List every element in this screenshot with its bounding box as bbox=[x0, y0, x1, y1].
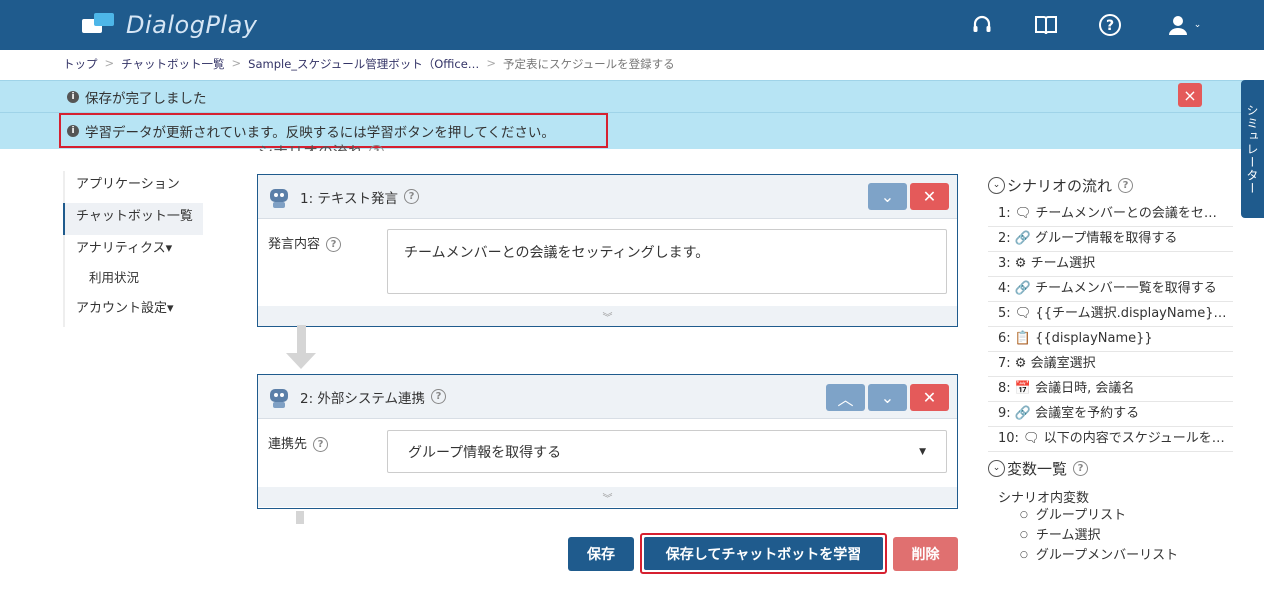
utterance-textarea[interactable]: チームメンバーとの会議をセッティングします。 bbox=[387, 229, 947, 294]
flow-item[interactable]: 1: 🗨 チームメンバーとの会議をセ… bbox=[988, 202, 1233, 227]
alert-saved-text: 保存が完了しました bbox=[85, 90, 207, 107]
breadcrumb-separator: > bbox=[486, 56, 496, 70]
chevron-down-icon: ⌄ bbox=[1193, 20, 1202, 30]
integration-select[interactable]: グループ情報を取得する ▼ bbox=[387, 430, 947, 473]
remove-button[interactable]: ✕ bbox=[910, 183, 949, 210]
right-panel: ⌄ シナリオの流れ ? 1: 🗨 チームメンバーとの会議をセ… 2: 🔗 グルー… bbox=[988, 172, 1233, 566]
chevron-down-icon: ⌄ bbox=[880, 187, 895, 206]
move-down-button[interactable]: ⌄ bbox=[868, 384, 907, 411]
section-title: シナリオの流れ? bbox=[258, 141, 385, 151]
field-label: 発言内容? bbox=[268, 233, 342, 252]
headset-icon[interactable] bbox=[969, 12, 995, 38]
svg-text:?: ? bbox=[1106, 18, 1114, 34]
scenario-card-text: 1: テキスト発言 ? ⌄ ✕ 発言内容? チームメンバーとの会議をセッティング… bbox=[257, 174, 958, 327]
close-icon: ✕ bbox=[922, 187, 937, 206]
delete-button[interactable]: 削除 bbox=[893, 537, 958, 571]
flow-item[interactable]: 9: 🔗 会議室を予約する bbox=[988, 402, 1233, 427]
robot-icon bbox=[268, 186, 290, 208]
nav-item-chatbot-list[interactable]: チャットボット一覧 bbox=[63, 203, 203, 235]
breadcrumb-bot[interactable]: Sample_スケジュール管理ボット（Office… bbox=[248, 56, 479, 72]
alert-close-button[interactable]: × bbox=[1178, 83, 1202, 107]
save-and-train-button-frame: 保存してチャットボットを学習 bbox=[640, 533, 887, 574]
flow-item[interactable]: 7: ⚙ 会議室選択 bbox=[988, 352, 1233, 377]
alert-saved: i 保存が完了しました bbox=[0, 80, 1264, 112]
info-icon: i bbox=[67, 90, 79, 103]
expand-toggle[interactable]: ︾ bbox=[258, 487, 957, 507]
card-title: 1: テキスト発言 bbox=[300, 190, 399, 207]
save-button[interactable]: 保存 bbox=[568, 537, 634, 571]
flow-item[interactable]: 6: 📋 {{displayName}} bbox=[988, 327, 1233, 352]
side-nav: アプリケーション チャットボット一覧 アナリティクス▾ 利用状況 アカウント設定… bbox=[63, 171, 203, 327]
move-down-button[interactable]: ⌄ bbox=[868, 183, 907, 210]
vars-subtitle: シナリオ内変数 bbox=[998, 491, 1090, 506]
double-chevron-down-icon: ︾ bbox=[602, 312, 613, 324]
flow-title[interactable]: ⌄ シナリオの流れ ? bbox=[988, 172, 1233, 198]
card-title: 2: 外部システム連携 bbox=[300, 390, 426, 407]
var-item[interactable]: チーム選択 bbox=[1020, 526, 1233, 546]
caret-down-icon: ▼ bbox=[919, 446, 926, 457]
flow-item[interactable]: 4: 🔗 チームメンバー一覧を取得する bbox=[988, 277, 1233, 302]
collapse-icon[interactable]: ⌄ bbox=[988, 459, 1005, 477]
save-and-train-button[interactable]: 保存してチャットボットを学習 bbox=[644, 537, 883, 570]
collapse-icon[interactable]: ⌄ bbox=[988, 176, 1005, 194]
help-icon[interactable]: ? bbox=[431, 389, 447, 404]
simulator-tab[interactable]: シミュレーター bbox=[1241, 80, 1264, 218]
help-icon[interactable]: ? bbox=[326, 237, 342, 252]
flow-item[interactable]: 2: 🔗 グループ情報を取得する bbox=[988, 227, 1233, 252]
nav-item-usage[interactable]: 利用状況 bbox=[63, 267, 203, 295]
flow-list: 1: 🗨 チームメンバーとの会議をセ… 2: 🔗 グループ情報を取得する 3: … bbox=[988, 202, 1233, 452]
chevron-up-icon: ︿ bbox=[837, 389, 854, 409]
vars-list: グループリスト チーム選択 グループメンバーリスト bbox=[988, 506, 1233, 566]
vars-title[interactable]: ⌄ 変数一覧 ? bbox=[988, 455, 1233, 481]
chevron-down-icon: ⌄ bbox=[880, 388, 895, 407]
breadcrumb: トップ > チャットボット一覧 > Sample_スケジュール管理ボット（Off… bbox=[63, 56, 675, 72]
var-item[interactable]: グループリスト bbox=[1020, 506, 1233, 526]
nav-item-analytics[interactable]: アナリティクス▾ bbox=[63, 235, 203, 267]
user-icon bbox=[1168, 16, 1187, 35]
help-icon[interactable]: ? bbox=[1118, 177, 1134, 193]
move-up-button[interactable]: ︿ bbox=[826, 384, 865, 411]
flow-item[interactable]: 3: ⚙ チーム選択 bbox=[988, 252, 1233, 277]
robot-icon bbox=[268, 386, 290, 408]
scenario-card-external: 2: 外部システム連携 ? ︿ ⌄ ✕ 連携先? グループ情報を取得する ▼ ︾ bbox=[257, 374, 958, 509]
flow-arrow-stub bbox=[296, 511, 304, 524]
nav-item-applications[interactable]: アプリケーション bbox=[63, 171, 203, 203]
double-chevron-down-icon: ︾ bbox=[602, 493, 613, 505]
help-icon[interactable]: ? bbox=[369, 145, 385, 151]
user-menu[interactable]: ⌄ bbox=[1161, 12, 1207, 38]
breadcrumb-current: 予定表にスケジュールを登録する bbox=[502, 57, 675, 71]
book-icon[interactable] bbox=[1033, 12, 1059, 38]
help-icon[interactable]: ? bbox=[1097, 12, 1123, 38]
chat-bubbles-icon bbox=[80, 11, 116, 39]
card-header: 1: テキスト発言 ? bbox=[258, 175, 957, 219]
app-logo[interactable]: DialogPlay bbox=[80, 8, 258, 42]
close-icon: ✕ bbox=[922, 388, 937, 407]
nav-item-account-settings[interactable]: アカウント設定▾ bbox=[63, 295, 203, 327]
help-icon[interactable]: ? bbox=[1073, 460, 1089, 476]
breadcrumb-top[interactable]: トップ bbox=[63, 56, 98, 72]
flow-item[interactable]: 8: 📅 会議日時, 会議名 bbox=[988, 377, 1233, 402]
app-name: DialogPlay bbox=[126, 11, 258, 39]
breadcrumb-chatbot-list[interactable]: チャットボット一覧 bbox=[121, 56, 224, 72]
top-bar: DialogPlay ? ⌄ bbox=[0, 0, 1264, 50]
flow-arrow-icon bbox=[286, 325, 316, 371]
field-label: 連携先? bbox=[268, 433, 329, 452]
breadcrumb-separator: > bbox=[104, 56, 115, 70]
help-icon[interactable]: ? bbox=[404, 189, 420, 204]
remove-button[interactable]: ✕ bbox=[910, 384, 949, 411]
flow-item[interactable]: 5: 🗨 {{チーム選択.displayName}… bbox=[988, 302, 1233, 327]
var-item[interactable]: グループメンバーリスト bbox=[1020, 546, 1233, 566]
breadcrumb-separator: > bbox=[231, 56, 242, 70]
flow-item[interactable]: 10: 🗨 以下の内容でスケジュールを… bbox=[988, 427, 1233, 452]
help-icon[interactable]: ? bbox=[313, 437, 329, 452]
expand-toggle[interactable]: ︾ bbox=[258, 306, 957, 326]
